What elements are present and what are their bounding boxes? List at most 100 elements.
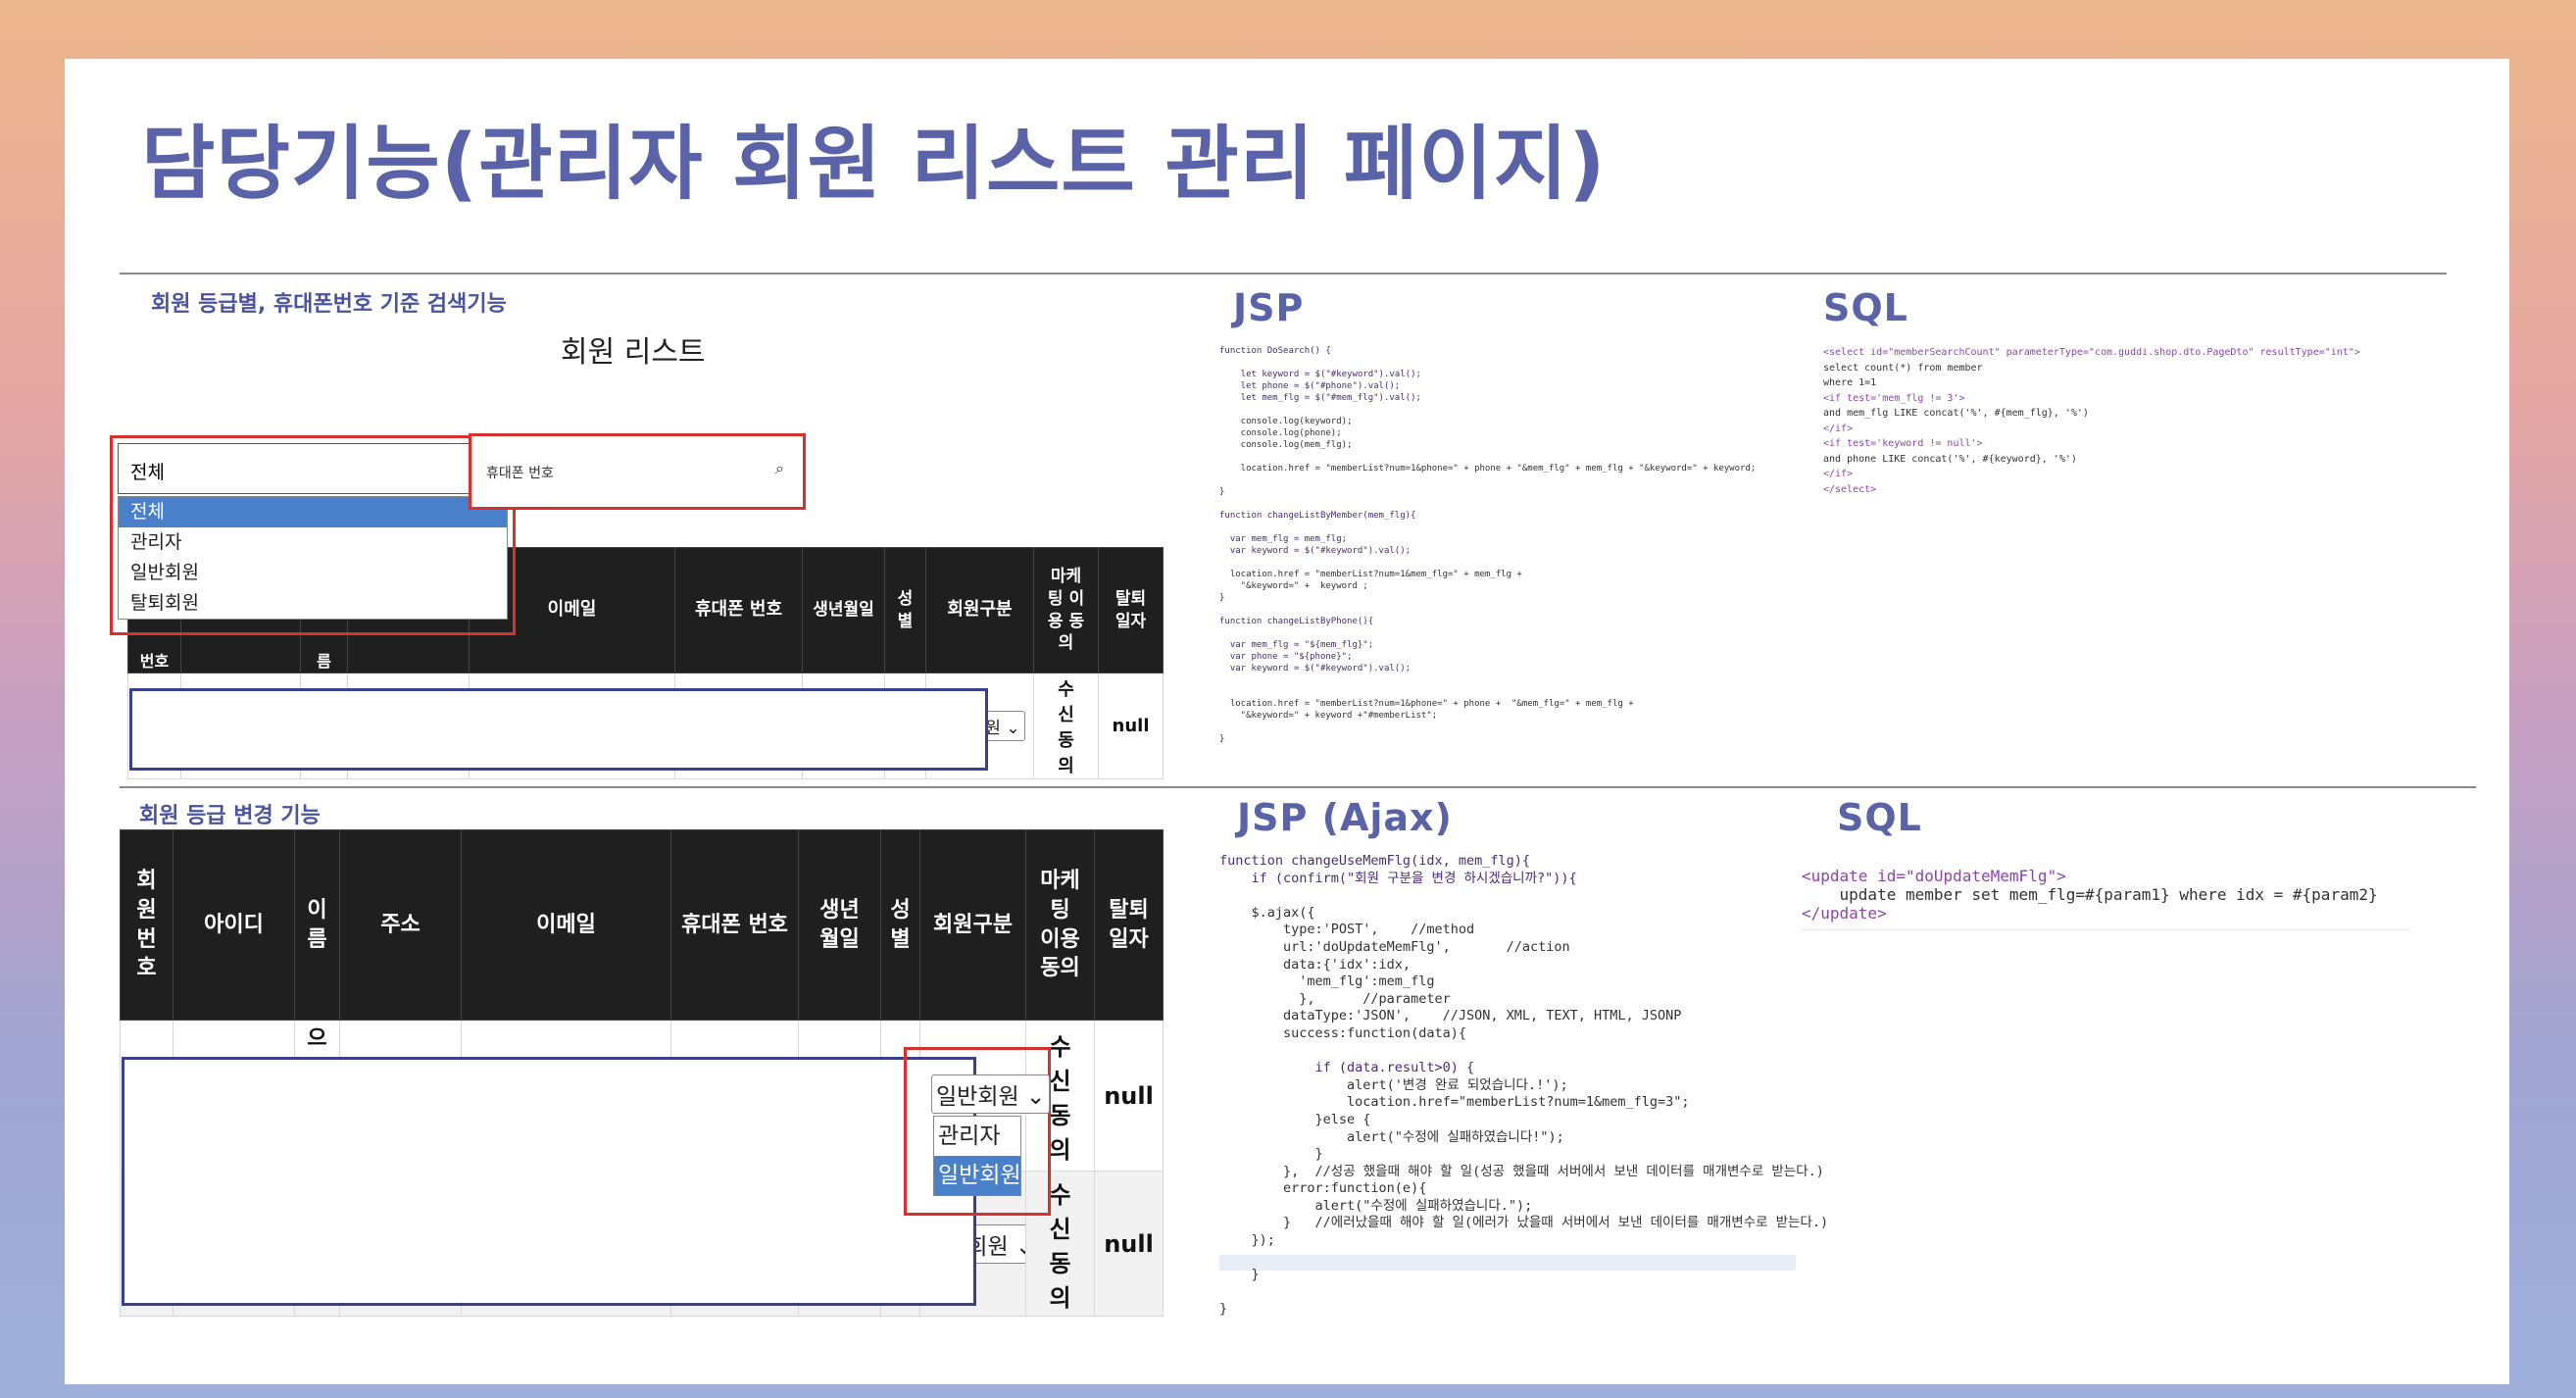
option-general-member[interactable]: 일반회원 [934, 1156, 1021, 1195]
jsp-ajax-code-block: function changeUseMemFlg(idx, mem_flg){ … [1219, 853, 1828, 1319]
member-filter-dropdown: 전체 관리자 일반회원 탈퇴회원 [118, 496, 508, 620]
sql-code-block: <select id="memberSearchCount" parameter… [1823, 345, 2360, 497]
code-line: }); [1219, 1232, 1275, 1249]
col-header-phone: 휴대폰 번호 [674, 547, 803, 674]
code-line: } [1219, 1301, 1228, 1318]
filter-option-withdrawn[interactable]: 탈퇴회원 [119, 588, 507, 619]
grade-change-caption: 회원 등급 변경 기능 [139, 804, 321, 828]
member-list-title: 회원 리스트 [561, 335, 706, 370]
masked-row-area [129, 688, 988, 771]
code-line: select count(*) from member [1823, 362, 1983, 374]
filter-option-all[interactable]: 전체 [119, 497, 507, 527]
code-line: }, //parameter [1219, 990, 1451, 1007]
code-line: dataType:'JSON', //JSON, XML, TEXT, HTML… [1219, 1008, 1682, 1024]
open-member-type-select[interactable]: 일반회원 ⌄ [931, 1074, 1051, 1114]
masked-rows-area [122, 1057, 976, 1306]
code-line: console.log(mem_flg); [1219, 440, 1353, 450]
search-icon[interactable]: ⌕ [775, 459, 784, 478]
col-header-member-type: 회원구분 [925, 547, 1034, 674]
option-admin[interactable]: 관리자 [934, 1117, 1020, 1156]
filter-option-member[interactable]: 일반회원 [119, 558, 507, 588]
code-line: } [1219, 734, 1225, 744]
code-line: alert("수정에 실패하였습니다."); [1219, 1197, 1533, 1214]
sql-label: SQL [1823, 286, 1908, 329]
col-header-gender: 성별 [880, 829, 920, 1021]
code-line: }, //성공 했을때 해야 할 일(성공 했을때 서버에서 보낸 데이터를 매… [1219, 1163, 1824, 1179]
col-header-name: 이름 [294, 829, 340, 1021]
col-header-marketing: 마케팅 이용 동의 [1033, 547, 1099, 674]
col-header-birth: 생년월일 [802, 547, 885, 674]
jsp-ajax-label: JSP (Ajax) [1237, 796, 1453, 839]
code-line: } //에러났을때 해야 할 일(에러가 났을때 서버에서 보낸 데이터를 매개… [1219, 1215, 1829, 1231]
col-header-withdraw: 탈퇴일자 [1094, 829, 1164, 1021]
code-line: let keyword = $("#keyword").val(); [1219, 370, 1421, 379]
code-line: $.ajax({ [1219, 904, 1315, 921]
col-header-gender: 성별 [884, 547, 926, 674]
code-line: update member set mem_flg=#{param1} wher… [1802, 885, 2378, 904]
phone-search-input[interactable]: 휴대폰 번호 ⌕ [480, 447, 794, 496]
search-caption: 회원 등급별, 휴대폰번호 기준 검색기능 [151, 292, 507, 317]
code-line: location.href = "memberList?num=1&phone=… [1219, 464, 1757, 474]
code-underline [1802, 929, 2409, 930]
code-line: <update id="doUpdateMemFlg"> [1802, 867, 2066, 885]
marketing-cell: 수신 동의 [1033, 673, 1099, 779]
middle-divider [120, 786, 2476, 788]
code-line: 'mem_flg':mem_flg [1219, 974, 1435, 990]
withdraw-cell: null [1098, 673, 1164, 779]
code-line: } [1219, 593, 1225, 603]
code-line: } [1219, 1267, 1260, 1283]
code-line: <select id="memberSearchCount" parameter… [1823, 347, 2360, 358]
code-line: location.href = "memberList?num=1&mem_fl… [1219, 570, 1522, 579]
code-line: where 1=1 [1823, 377, 1877, 388]
code-line: function changeUseMemFlg(idx, mem_flg){ [1219, 853, 1530, 869]
code-line: var keyword = $("#keyword").val(); [1219, 546, 1412, 556]
top-divider [120, 273, 2447, 275]
withdraw-cell: null [1094, 1171, 1164, 1317]
col-header-phone: 휴대폰 번호 [670, 829, 799, 1021]
code-line: var mem_flg = "${mem_flg}"; [1219, 640, 1374, 650]
withdraw-cell: null [1094, 1020, 1164, 1172]
code-line: } [1219, 1146, 1323, 1163]
member-type-dropdown: 관리자 일반회원 [933, 1116, 1021, 1196]
code-line: <if test='mem_flg != 3'> [1823, 392, 1965, 404]
code-line: data:{'idx':idx, [1219, 956, 1412, 973]
code-line: <if test='keyword != null'> [1823, 438, 1983, 449]
member-filter-select[interactable]: 전체 ⌄ [118, 443, 508, 494]
code-line: function DoSearch() { [1219, 346, 1331, 356]
code-line: alert('변경 완료 되었습니다.!'); [1219, 1076, 1568, 1093]
code-line: } [1219, 487, 1225, 497]
code-line: let mem_flg = $("#mem_flg").val(); [1219, 393, 1421, 403]
col-header-address: 주소 [339, 829, 462, 1021]
code-line: type:'POST', //method [1219, 922, 1475, 938]
col-header-birth: 생년월일 [798, 829, 881, 1021]
code-line: console.log(keyword); [1219, 417, 1353, 426]
filter-option-admin[interactable]: 관리자 [119, 527, 507, 558]
code-line: console.log(phone); [1219, 428, 1342, 438]
code-line: and phone LIKE concat('%', #{keyword}, '… [1823, 453, 2077, 465]
code-line: function changeListByPhone(){ [1219, 617, 1374, 626]
code-line: </select> [1823, 483, 1877, 495]
code-line: error:function(e){ [1219, 1180, 1427, 1197]
code-line: alert("수정에 실패하였습니다!"); [1219, 1128, 1564, 1145]
code-line: </if> [1823, 423, 1854, 434]
jsp-code-block: function DoSearch() { let keyword = $("#… [1219, 345, 1756, 745]
code-line: location.href = "memberList?num=1&phone=… [1219, 699, 1634, 709]
sql-update-label: SQL [1837, 796, 1922, 839]
col-header-member-type: 회원구분 [919, 829, 1026, 1021]
code-line: function changeListByMember(mem_flg){ [1219, 511, 1416, 521]
code-line: location.href="memberList?num=1&mem_flg=… [1219, 1094, 1690, 1111]
code-line: url:'doUpdateMemFlg', //action [1219, 938, 1570, 955]
